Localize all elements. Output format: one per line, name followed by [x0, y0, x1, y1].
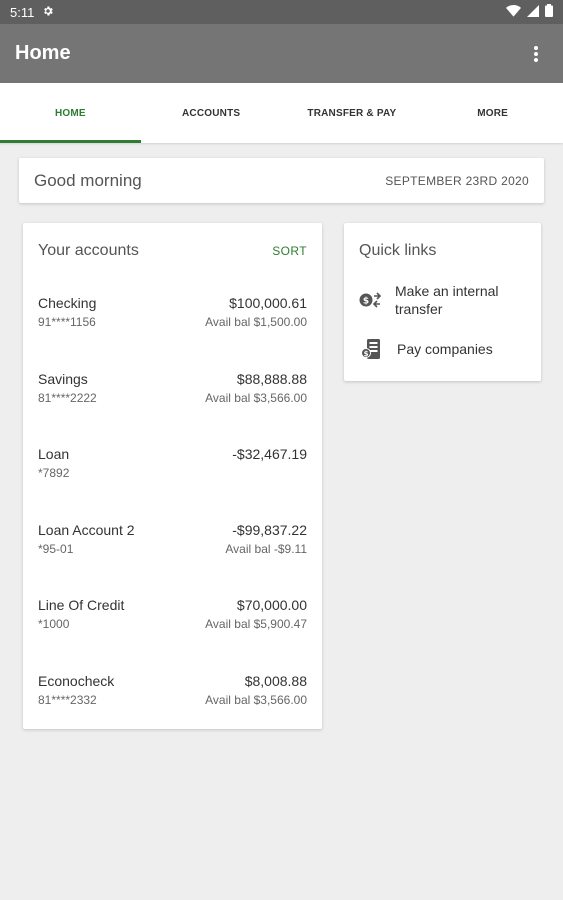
account-available-balance: Avail bal $1,500.00 — [205, 315, 307, 329]
greeting-text: Good morning — [34, 170, 142, 190]
account-item-checking[interactable]: Checking 91****1156 $100,000.61 Avail ba… — [38, 278, 307, 354]
account-available-balance: Avail bal $5,900.47 — [205, 617, 307, 631]
account-number: *95-01 — [38, 541, 74, 556]
quick-links-card: Quick links $ Make an internal transfer … — [344, 223, 541, 381]
account-number: *1000 — [38, 617, 70, 631]
account-available-balance: Avail bal $3,566.00 — [205, 390, 307, 405]
quick-link-label: Make an internal transfer — [395, 283, 499, 317]
account-balance: $70,000.00 — [236, 597, 307, 613]
tab-more[interactable]: MORE — [422, 83, 563, 143]
svg-text:$: $ — [364, 350, 369, 358]
accounts-header: Your accounts SORT — [38, 223, 307, 278]
account-item-savings[interactable]: Savings 81****2222 $88,888.88 Avail bal … — [38, 354, 307, 430]
account-balance: -$32,467.19 — [232, 446, 307, 462]
quick-link-pay-companies[interactable]: $ Pay companies — [359, 327, 526, 371]
quick-link-internal-transfer[interactable]: $ Make an internal transfer — [359, 278, 526, 322]
account-balance: -$99,837.22 — [232, 521, 307, 538]
battery-icon — [545, 4, 553, 20]
accounts-card: Your accounts SORT Checking 91****1156 $… — [23, 223, 322, 729]
status-time: 5:11 — [10, 4, 35, 20]
account-item-line-of-credit[interactable]: Line Of Credit *1000 $70,000.00 Avail ba… — [38, 580, 307, 656]
overflow-menu-icon[interactable] — [524, 42, 548, 66]
app-bar: Home — [0, 24, 563, 83]
status-bar: 5:11 — [0, 0, 563, 24]
bill-pay-icon: $ — [359, 337, 383, 361]
account-balance: $88,888.88 — [236, 370, 307, 387]
account-number: *7892 — [38, 466, 70, 480]
quick-links-title: Quick links — [359, 241, 437, 259]
tab-transfer-pay[interactable]: TRANSFER & PAY — [282, 83, 423, 143]
account-item-econocheck[interactable]: Econocheck 81****2332 $8,008.88 Avail ba… — [38, 656, 307, 732]
account-number: 81****2222 — [38, 390, 97, 405]
tab-bar: HOME ACCOUNTS TRANSFER & PAY MORE — [0, 83, 563, 143]
account-name: Line Of Credit — [38, 597, 125, 613]
wifi-icon — [506, 4, 521, 20]
greeting-date: SEPTEMBER 23RD 2020 — [385, 173, 529, 188]
account-balance: $8,008.88 — [244, 672, 307, 689]
greeting-card: Good morning SEPTEMBER 23RD 2020 — [19, 158, 544, 203]
account-name: Econocheck — [38, 672, 115, 689]
quick-link-label: Pay companies — [397, 341, 493, 357]
settings-icon — [42, 5, 54, 20]
account-item-loan-account-2[interactable]: Loan Account 2 *95-01 -$99,837.22 Avail … — [38, 505, 307, 581]
account-number: 81****2332 — [38, 692, 97, 707]
account-name: Checking — [38, 295, 97, 311]
signal-icon — [527, 4, 539, 20]
transfer-icon: $ — [359, 288, 381, 312]
account-balance: $100,000.61 — [229, 295, 307, 311]
account-name: Loan Account 2 — [38, 521, 135, 538]
account-name: Savings — [38, 370, 88, 387]
tab-home[interactable]: HOME — [0, 83, 141, 143]
account-name: Loan — [38, 446, 70, 462]
account-available-balance: Avail bal $3,566.00 — [205, 692, 307, 707]
tab-accounts[interactable]: ACCOUNTS — [141, 83, 282, 143]
account-number: 91****1156 — [38, 315, 96, 329]
sort-button[interactable]: SORT — [272, 244, 307, 258]
account-available-balance: Avail bal -$9.11 — [225, 541, 307, 556]
account-item-loan[interactable]: Loan *7892 -$32,467.19 — [38, 429, 307, 505]
svg-text:$: $ — [363, 297, 369, 307]
page-title: Home — [15, 42, 71, 64]
accounts-title: Your accounts — [38, 241, 139, 259]
